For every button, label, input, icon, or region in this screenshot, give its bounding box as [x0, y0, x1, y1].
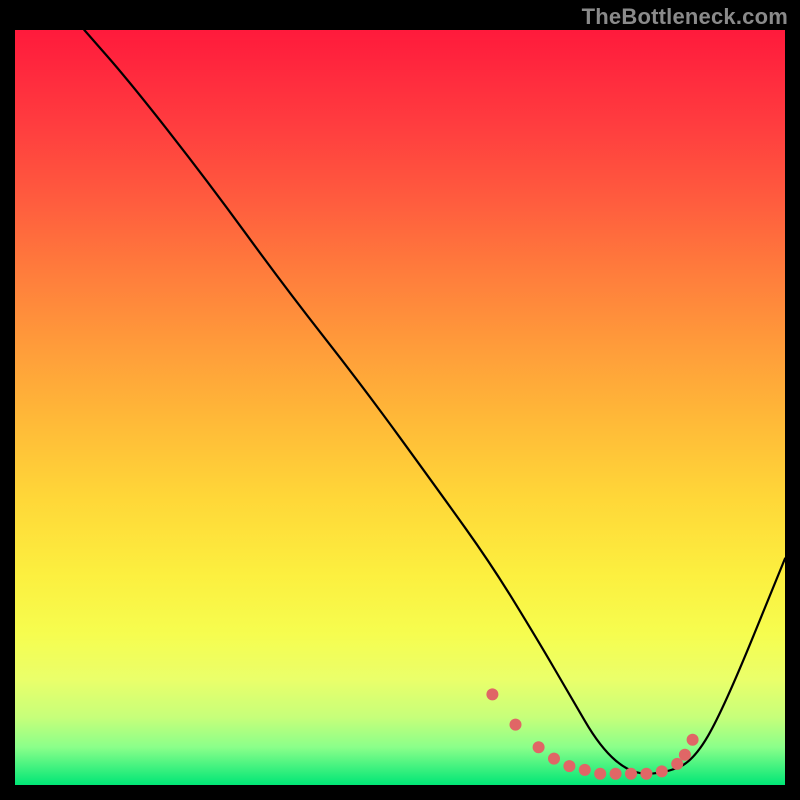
highlight-dot	[579, 764, 591, 776]
bottleneck-curve	[84, 30, 785, 774]
highlight-dot	[563, 760, 575, 772]
plot-area	[15, 30, 785, 785]
chart-frame: TheBottleneck.com	[0, 0, 800, 800]
highlight-dot	[510, 719, 522, 731]
highlight-dot	[671, 758, 683, 770]
highlight-dot	[679, 749, 691, 761]
highlight-dot	[486, 688, 498, 700]
highlight-dot	[548, 753, 560, 765]
highlight-dot	[687, 734, 699, 746]
chart-svg	[15, 30, 785, 785]
watermark-text: TheBottleneck.com	[582, 4, 788, 30]
highlight-dot	[533, 741, 545, 753]
highlight-dot	[610, 768, 622, 780]
highlight-dot	[594, 768, 606, 780]
highlight-dot	[640, 768, 652, 780]
highlight-dot	[625, 768, 637, 780]
highlight-dot	[656, 765, 668, 777]
